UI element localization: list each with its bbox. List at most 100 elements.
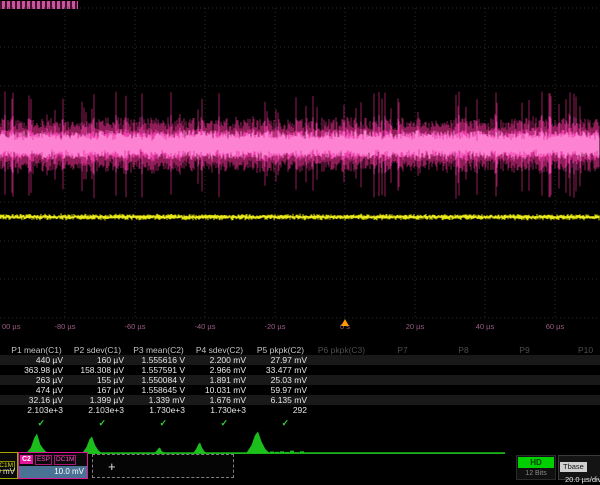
measure-cell: 1.558645 V: [128, 385, 189, 395]
measure-cell: [311, 395, 372, 405]
measure-cell: 10.031 mV: [189, 385, 250, 395]
measure-status-check: [433, 417, 494, 429]
c2-esp-tag: ESP: [35, 455, 52, 465]
measure-cell: 158.308 µV: [67, 365, 128, 375]
measure-cell: 32.16 µV: [6, 395, 67, 405]
c2-coupling-tag: DC1M: [54, 455, 76, 465]
measure-status-check: [372, 417, 433, 429]
measure-cell: [494, 355, 555, 365]
measure-cell: 2.966 mV: [189, 365, 250, 375]
measure-cell: [311, 405, 372, 415]
measure-cell: [555, 375, 600, 385]
time-tick-label: 40 µs: [476, 322, 495, 331]
measure-cell: 2.103e+3: [6, 405, 67, 415]
measure-cell: 1.555616 V: [128, 355, 189, 365]
time-tick-label: 00 µs: [2, 322, 21, 331]
time-tick-label: -40 µs: [195, 322, 216, 331]
measure-header-p5[interactable]: P5 pkpk(C2): [250, 345, 311, 355]
measure-cell: 1.891 mV: [189, 375, 250, 385]
measure-cell: [372, 365, 433, 375]
measure-header-p4[interactable]: P4 sdev(C2): [189, 345, 250, 355]
measure-cell: 363.98 µV: [6, 365, 67, 375]
measure-cell: [494, 405, 555, 415]
measure-cell: [555, 355, 600, 365]
measure-status-check: [494, 417, 555, 429]
measure-cell: [433, 375, 494, 385]
hd-bits-label: 12 Bits: [517, 469, 555, 479]
measure-status-check: ✓: [67, 417, 128, 429]
measure-cell: 263 µV: [6, 375, 67, 385]
channel-c2-descriptor[interactable]: C2 ESP DC1M 10.0 mV: [18, 452, 88, 479]
measure-cell: 6.135 mV: [250, 395, 311, 405]
measure-cell: 160 µV: [67, 355, 128, 365]
time-tick-label: 60 µs: [546, 322, 565, 331]
measure-cell: [494, 365, 555, 375]
add-trace-button[interactable]: +: [92, 454, 234, 478]
time-tick-label: -80 µs: [55, 322, 76, 331]
measure-status-check: [311, 417, 372, 429]
timebase-descriptor[interactable]: Tbase 20.0 µs/div: [558, 455, 600, 480]
measure-cell: [311, 355, 372, 365]
measure-cell: 1.730e+3: [128, 405, 189, 415]
measure-header-p2[interactable]: P2 sdev(C1): [67, 345, 128, 355]
measure-cell: 1.730e+3: [189, 405, 250, 415]
measure-cell: [494, 385, 555, 395]
measure-cell: 292: [250, 405, 311, 415]
measure-cell: [372, 385, 433, 395]
measure-cell: [311, 385, 372, 395]
measure-status-check: ✓: [6, 417, 67, 429]
measure-cell: [311, 375, 372, 385]
waveform-grid: [0, 0, 600, 330]
measure-cell: [433, 395, 494, 405]
measure-header-p6[interactable]: P6 pkpk(C3): [311, 345, 372, 355]
oscilloscope-screen: { "colors": { "c1_trace": "#e0e000", "c2…: [0, 0, 600, 480]
measure-header-p8[interactable]: P8: [433, 345, 494, 355]
c1-scale: 10.0 mV: [0, 466, 17, 478]
time-tick-label: 20 µs: [406, 322, 425, 331]
measure-cell: 27.97 mV: [250, 355, 311, 365]
measure-cell: 474 µV: [6, 385, 67, 395]
hd-acquisition-box[interactable]: HD 12 Bits: [516, 455, 556, 480]
measure-cell: 1.339 mV: [128, 395, 189, 405]
measure-cell: [555, 395, 600, 405]
time-tick-label: -60 µs: [125, 322, 146, 331]
measure-header-p7[interactable]: P7: [372, 345, 433, 355]
measure-cell: 1.676 mV: [189, 395, 250, 405]
measure-table: P1 mean(C1)P2 sdev(C1)P3 mean(C2)P4 sdev…: [0, 345, 600, 437]
measure-cell: 440 µV: [6, 355, 67, 365]
measure-header-p10[interactable]: P10: [555, 345, 600, 355]
timebase-label: Tbase: [560, 462, 587, 472]
measure-cell: 59.97 mV: [250, 385, 311, 395]
plus-icon: +: [108, 459, 116, 474]
measure-cell: 167 µV: [67, 385, 128, 395]
c2-scale: 10.0 mV: [19, 466, 87, 478]
trigger-position-marker: [341, 319, 349, 326]
c2-label: C2: [20, 455, 33, 464]
measure-cell: [433, 355, 494, 365]
measure-cell: [555, 365, 600, 375]
measure-cell: [494, 395, 555, 405]
measure-header-p9[interactable]: P9: [494, 345, 555, 355]
measure-cell: [433, 405, 494, 415]
channel-c1-descriptor[interactable]: DC1M 10.0 mV: [0, 452, 18, 479]
measure-header-p3[interactable]: P3 mean(C2): [128, 345, 189, 355]
measure-cell: 1.550084 V: [128, 375, 189, 385]
measure-cell: [555, 405, 600, 415]
measure-cell: 1.557591 V: [128, 365, 189, 375]
measure-cell: [494, 375, 555, 385]
measure-cell: 155 µV: [67, 375, 128, 385]
measure-status-check: ✓: [189, 417, 250, 429]
measure-header-p1[interactable]: P1 mean(C1): [6, 345, 67, 355]
measure-cell: [372, 395, 433, 405]
measure-status-check: ✓: [128, 417, 189, 429]
measure-cell: [372, 375, 433, 385]
measure-cell: [433, 365, 494, 375]
measure-cell: 2.103e+3: [67, 405, 128, 415]
measure-cell: [555, 385, 600, 395]
measure-cell: [311, 365, 372, 375]
measure-cell: 2.200 mV: [189, 355, 250, 365]
measure-status-check: [555, 417, 600, 429]
measurement-histogram: [0, 430, 600, 458]
measure-cell: 25.03 mV: [250, 375, 311, 385]
measure-cell: 33.477 mV: [250, 365, 311, 375]
